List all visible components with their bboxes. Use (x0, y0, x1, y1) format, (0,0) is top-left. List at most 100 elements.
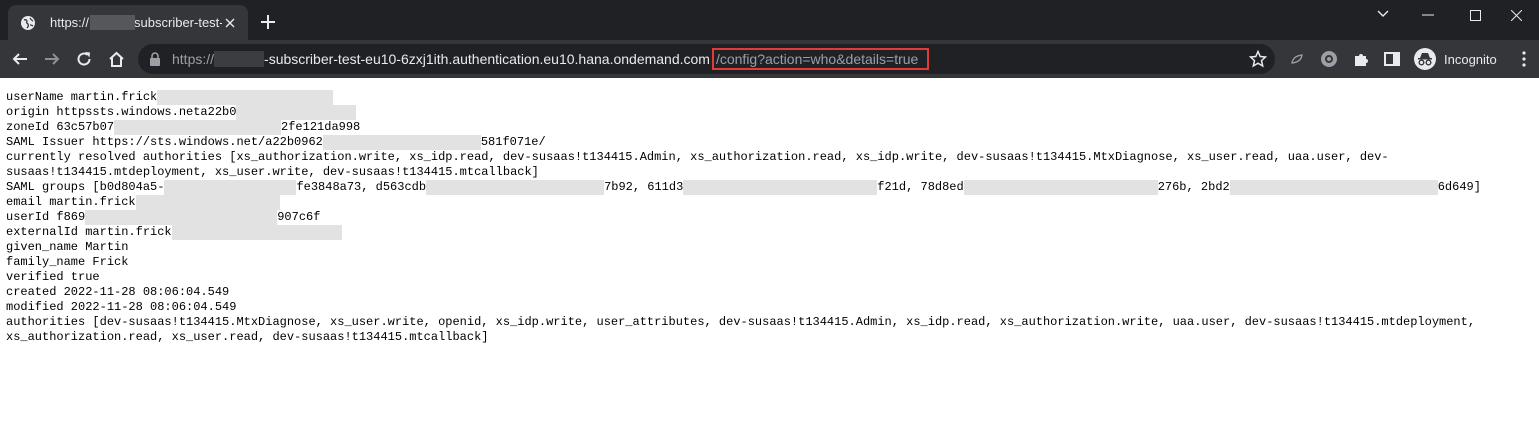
text-segment: SAML Issuer https://sts.windows.net/a22b… (6, 135, 323, 149)
text-segment: SAML groups [b0d804a5- (6, 180, 165, 194)
reload-button[interactable] (69, 44, 99, 74)
text-segment: f21d, 78d8ed (877, 180, 964, 194)
url-text[interactable]: https:// -subscriber-test-eu10-6zxj1ith.… (172, 48, 930, 70)
text-line: modified 2022-11-28 08:06:04.549 (6, 300, 1531, 315)
puzzle-icon (1355, 54, 1368, 66)
text-line: userName martin.frick (6, 90, 1531, 105)
text-segment: authorities [dev-susaas!t134415.MtxDiagn… (6, 315, 1476, 329)
text-line: SAML Issuer https://sts.windows.net/a22b… (6, 135, 1531, 150)
text-line: SAML groups [b0d804a5- fe3848a73, d563cdb… (6, 180, 1531, 195)
text-segment: created 2022-11-28 08:06:04.549 (6, 285, 230, 299)
back-button[interactable] (5, 44, 35, 74)
maximize-icon (1469, 9, 1481, 21)
url-path: /config?action=who&details=true (715, 51, 919, 67)
text-segment: 581f071e/ (480, 135, 546, 149)
text-line: authorities [dev-susaas!t134415.MtxDiagn… (6, 315, 1531, 330)
maximize-button[interactable] (1452, 0, 1498, 30)
text-segment: userId f869 (6, 210, 86, 224)
close-icon (1510, 9, 1522, 21)
plus-icon (261, 15, 275, 29)
browser-menu-button[interactable] (1509, 44, 1539, 74)
redacted-block (135, 195, 280, 210)
text-line: susaas!t134415.mtdeployment, xs_user.wri… (6, 165, 1531, 180)
text-line: userId f869 907c6f (6, 210, 1531, 225)
text-segment: modified 2022-11-28 08:06:04.549 (6, 300, 237, 314)
tab-title-start: https:// (50, 15, 90, 30)
extension-circle-icon (1321, 51, 1337, 67)
more-vertical-icon (1522, 51, 1526, 67)
tab-title: https:// subscriber-test-e (50, 15, 222, 30)
window-close-button[interactable] (1493, 0, 1539, 30)
bookmark-star-icon[interactable] (1249, 50, 1267, 68)
redacted-block (114, 120, 282, 135)
text-segment: xs_authorization.read, xs_user.read, dev… (6, 330, 489, 344)
page-content: userName martin.frick origin httpssts.win… (0, 78, 1539, 447)
redacted-block (683, 180, 878, 195)
redacted-block (963, 180, 1158, 195)
extension-button[interactable] (1314, 44, 1344, 74)
profile-label: Incognito (1444, 51, 1497, 67)
response-text: userName martin.frick origin httpssts.win… (6, 90, 1531, 345)
text-line: origin httpssts.windows.neta22b0 (6, 105, 1531, 120)
side-panel-button[interactable] (1377, 44, 1407, 74)
redacted-block (236, 105, 357, 120)
redacted-block (90, 15, 135, 30)
text-segment: fe3848a73, d563cdb (296, 180, 427, 194)
text-segment: currently resolved authorities [xs_autho… (6, 150, 1389, 164)
tab-title-end: subscriber-test-e (134, 15, 222, 30)
extension-button[interactable] (1282, 44, 1312, 74)
redacted-block (214, 51, 265, 67)
text-segment: externalId martin.frick (6, 225, 172, 239)
url-scheme: https:// (172, 51, 215, 67)
text-line: externalId martin.frick (6, 225, 1531, 240)
redacted-block (426, 180, 605, 195)
extension-leaf-icon (1291, 54, 1303, 64)
text-segment: susaas!t134415.mtdeployment, xs_user.wri… (6, 165, 539, 179)
text-segment: 276b, 2bd2 (1157, 180, 1230, 194)
text-segment: 907c6f (277, 210, 321, 224)
text-segment: verified true (6, 270, 100, 284)
chevron-down-icon (1377, 10, 1389, 17)
text-segment: origin httpssts.windows.neta22b0 (6, 105, 237, 119)
tab-strip: https:// subscriber-test-e (0, 0, 1539, 40)
text-line: xs_authorization.read, xs_user.read, dev… (6, 330, 1531, 345)
url-host: -subscriber-test-eu10-6zxj1ith.authentic… (264, 51, 710, 67)
highlighted-url-path: /config?action=who&details=true (711, 48, 930, 70)
address-bar[interactable]: https:// -subscriber-test-eu10-6zxj1ith.… (138, 44, 1275, 74)
redacted-block (164, 180, 297, 195)
redacted-block (322, 135, 481, 150)
new-tab-button[interactable] (258, 12, 278, 32)
redacted-block (85, 210, 278, 225)
active-tab[interactable]: https:// subscriber-test-e (8, 5, 248, 40)
text-line: currently resolved authorities [xs_autho… (6, 150, 1531, 165)
extensions-menu-button[interactable] (1346, 44, 1376, 74)
minimize-button[interactable] (1405, 0, 1451, 30)
incognito-icon (1414, 48, 1436, 70)
text-line: verified true (6, 270, 1531, 285)
forward-button[interactable] (37, 44, 67, 74)
redacted-block (1229, 180, 1438, 195)
text-segment: 2fe121da998 (281, 120, 361, 134)
redacted-block (171, 225, 342, 240)
text-line: created 2022-11-28 08:06:04.549 (6, 285, 1531, 300)
text-line: email martin.frick (6, 195, 1531, 210)
side-panel-icon (1384, 52, 1400, 66)
redacted-block (157, 90, 334, 105)
text-segment: family_name Frick (6, 255, 129, 269)
text-segment: 7b92, 611d3 (604, 180, 684, 194)
text-segment: email martin.frick (6, 195, 136, 209)
text-line: family_name Frick (6, 255, 1531, 270)
tab-search-button[interactable] (1368, 0, 1398, 28)
text-segment: given_name Martin (6, 240, 129, 254)
lock-icon[interactable] (147, 51, 163, 67)
close-icon[interactable] (222, 15, 238, 31)
text-segment: zoneId 63c57b07 (6, 120, 115, 134)
minimize-icon (1422, 14, 1434, 16)
reload-icon (77, 52, 91, 66)
globe-icon (21, 15, 35, 30)
home-icon (108, 51, 124, 67)
arrow-left-icon (12, 53, 27, 65)
text-line: given_name Martin (6, 240, 1531, 255)
home-button[interactable] (101, 44, 131, 74)
incognito-profile-button[interactable]: Incognito (1412, 45, 1505, 73)
